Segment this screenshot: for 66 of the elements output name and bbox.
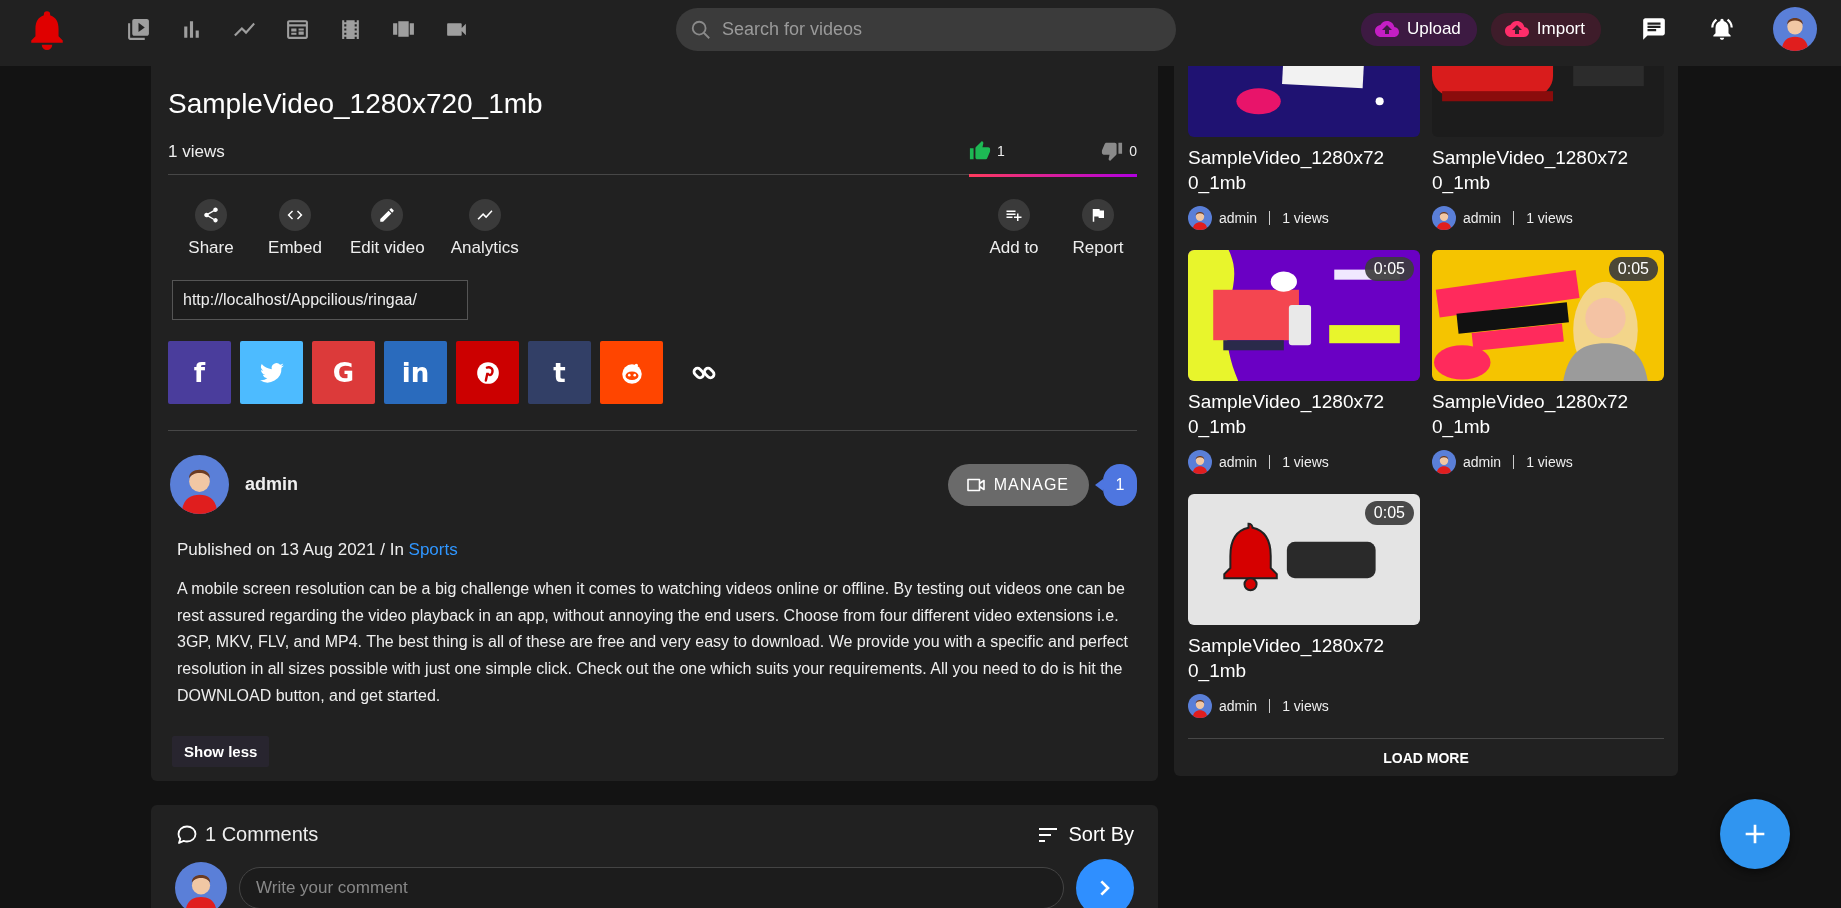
video-title[interactable]: SampleVideo_1280x720_1mb bbox=[1188, 145, 1392, 195]
author-name: admin bbox=[1219, 210, 1258, 226]
author-name: admin bbox=[1219, 698, 1258, 714]
pencil-icon bbox=[378, 206, 397, 224]
view-count: 1 views bbox=[1526, 454, 1573, 470]
chevron-right-icon bbox=[1100, 879, 1110, 896]
share-url-field[interactable]: http://localhost/Appcilious/ringaa/ bbox=[172, 280, 468, 320]
avatar[interactable] bbox=[1773, 7, 1817, 51]
action-button[interactable]: Analytics bbox=[440, 199, 529, 258]
send-button[interactable] bbox=[1076, 858, 1134, 908]
avatar bbox=[1188, 694, 1212, 718]
pinterest-share-button[interactable] bbox=[456, 341, 519, 404]
like-count: 1 bbox=[997, 143, 1005, 159]
search-field[interactable]: Search for videos bbox=[676, 7, 1176, 51]
video-title[interactable]: SampleVideo_1280x720_1mb bbox=[1188, 633, 1392, 683]
facebook-share-button[interactable]: f bbox=[168, 341, 231, 404]
thumbs-down-icon[interactable] bbox=[1101, 140, 1124, 162]
comment-field[interactable]: Write your comment bbox=[239, 866, 1064, 908]
channel-name[interactable]: admin bbox=[245, 474, 298, 495]
author-name: admin bbox=[1463, 210, 1502, 226]
view-count: 1 views bbox=[1282, 454, 1329, 470]
pin-icon bbox=[474, 359, 501, 386]
action-button[interactable]: Share bbox=[172, 199, 250, 258]
action-button[interactable]: Report bbox=[1059, 199, 1137, 258]
linkedin-share-button[interactable]: in bbox=[384, 341, 447, 404]
bell-icon[interactable] bbox=[1709, 16, 1735, 42]
share-icon bbox=[202, 206, 220, 224]
comments-count: 1 Comments bbox=[205, 823, 319, 846]
avatar bbox=[1188, 206, 1212, 230]
chat-icon[interactable] bbox=[1641, 16, 1667, 42]
action-button[interactable]: Edit video bbox=[340, 199, 435, 258]
sort-button[interactable]: Sort By bbox=[1036, 822, 1134, 847]
view-count: 1 views bbox=[1526, 210, 1573, 226]
duration-badge: 0:05 bbox=[1608, 257, 1658, 281]
thumbs-up-icon[interactable] bbox=[969, 140, 991, 162]
duration-badge: 0:05 bbox=[1364, 257, 1414, 281]
video-title[interactable]: SampleVideo_1280x720_1mb bbox=[1188, 389, 1392, 439]
playlist-icon[interactable] bbox=[126, 16, 151, 42]
video-description: A mobile screen resolution can be a big challenge when it comes to watching videos online or offline. By testing out videos one can be rest assured regarding the video playback in an app, without annoying the end users. Choose from four different video extensions i.e. 3GP, MKV, FLV, and MP4. The best thing is all of these are free and very easy to download. We provide you with a specific and perfect resolution in all sizes possible with just one simple click. Check out the one which suits your requirements. All you need to do is hit the DOWNLOAD button, and get started. bbox=[177, 579, 1130, 706]
video-title[interactable]: SampleVideo_1280x720_1mb bbox=[1432, 389, 1636, 439]
avatar bbox=[1432, 450, 1456, 474]
action-button[interactable]: Add to bbox=[975, 199, 1053, 258]
view-count: 1 views bbox=[168, 142, 225, 162]
author-name: admin bbox=[1463, 454, 1502, 470]
action-button[interactable]: Embed bbox=[256, 199, 334, 258]
video-title: SampleVideo_1280x720_1mb bbox=[168, 88, 544, 120]
video-count-badge: 1 bbox=[1095, 463, 1137, 506]
published-info: Published on 13 Aug 2021 / In Sports bbox=[177, 540, 459, 560]
avatar bbox=[1188, 450, 1212, 474]
manage-button[interactable]: MANAGE bbox=[947, 463, 1089, 506]
reddit-share-button[interactable] bbox=[600, 341, 663, 404]
show-less-button[interactable]: Show less bbox=[172, 735, 270, 767]
avatar bbox=[1432, 206, 1456, 230]
dislike-count: 0 bbox=[1129, 143, 1137, 159]
video-title[interactable]: SampleVideo_1280x720_1mb bbox=[1432, 145, 1636, 195]
view-count: 1 views bbox=[1282, 698, 1329, 714]
author-name: admin bbox=[1219, 454, 1258, 470]
tumblr-share-button[interactable]: t bbox=[528, 341, 591, 404]
view-count: 1 views bbox=[1282, 210, 1329, 226]
category-link[interactable]: Sports bbox=[408, 540, 458, 559]
load-more-button[interactable]: LOAD MORE bbox=[1188, 738, 1664, 776]
duration-badge: 0:05 bbox=[1364, 501, 1414, 525]
avatar bbox=[175, 861, 227, 908]
import-button[interactable]: Import bbox=[1490, 12, 1601, 46]
upload-button[interactable]: Upload bbox=[1360, 12, 1477, 46]
google-share-button[interactable]: G bbox=[312, 341, 375, 404]
